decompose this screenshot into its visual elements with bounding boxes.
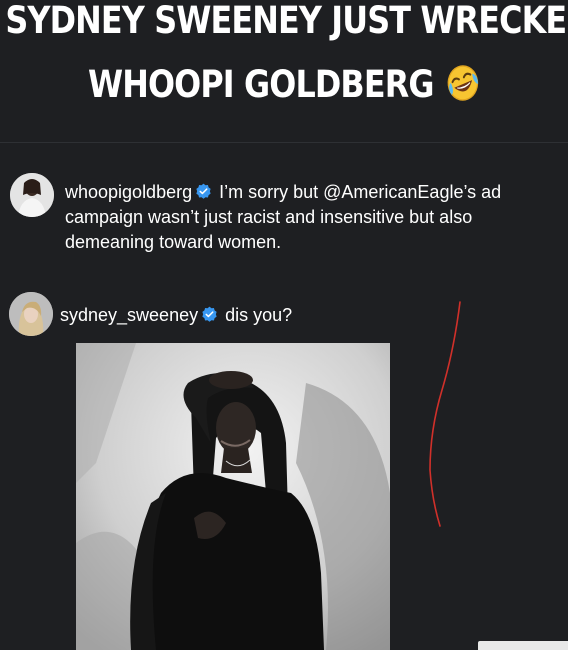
divider [0,142,568,143]
red-annotation-mark [429,301,461,527]
headline-line-2-text: WHOOPI GOLDBERG [87,63,434,106]
watermark-strip [478,641,568,650]
comment-text-sydney-sweeney: dis you? [225,305,293,325]
avatar-sydney-sweeney-image [9,292,53,336]
avatar-whoopigoldberg[interactable] [10,173,54,217]
avatar-whoopigoldberg-image [10,173,54,217]
username-sydney-sweeney[interactable]: sydney_sweeney [60,305,198,325]
username-whoopigoldberg[interactable]: whoopigoldberg [65,182,192,202]
headline-line-1: SYDNEY SWEENEY JUST WRECKED [5,0,568,42]
comment-whoopigoldberg: whoopigoldberg I’m sorry but @AmericanEa… [0,170,568,252]
comment-sydney-sweeney: sydney_sweeney dis you? [0,292,568,342]
verified-badge-icon [202,306,217,322]
attached-photo[interactable] [76,343,390,650]
verified-badge-icon [196,183,211,199]
photo-image [76,343,390,650]
comment-body: whoopigoldberg I’m sorry but @AmericanEa… [65,180,545,255]
headline-line-2: WHOOPI GOLDBERG [40,60,528,110]
headline: SYDNEY SWEENEY JUST WRECKED WHOOPI GOLDB… [5,0,568,110]
laughing-emoji-icon [447,64,479,101]
avatar-sydney-sweeney[interactable] [9,292,53,336]
